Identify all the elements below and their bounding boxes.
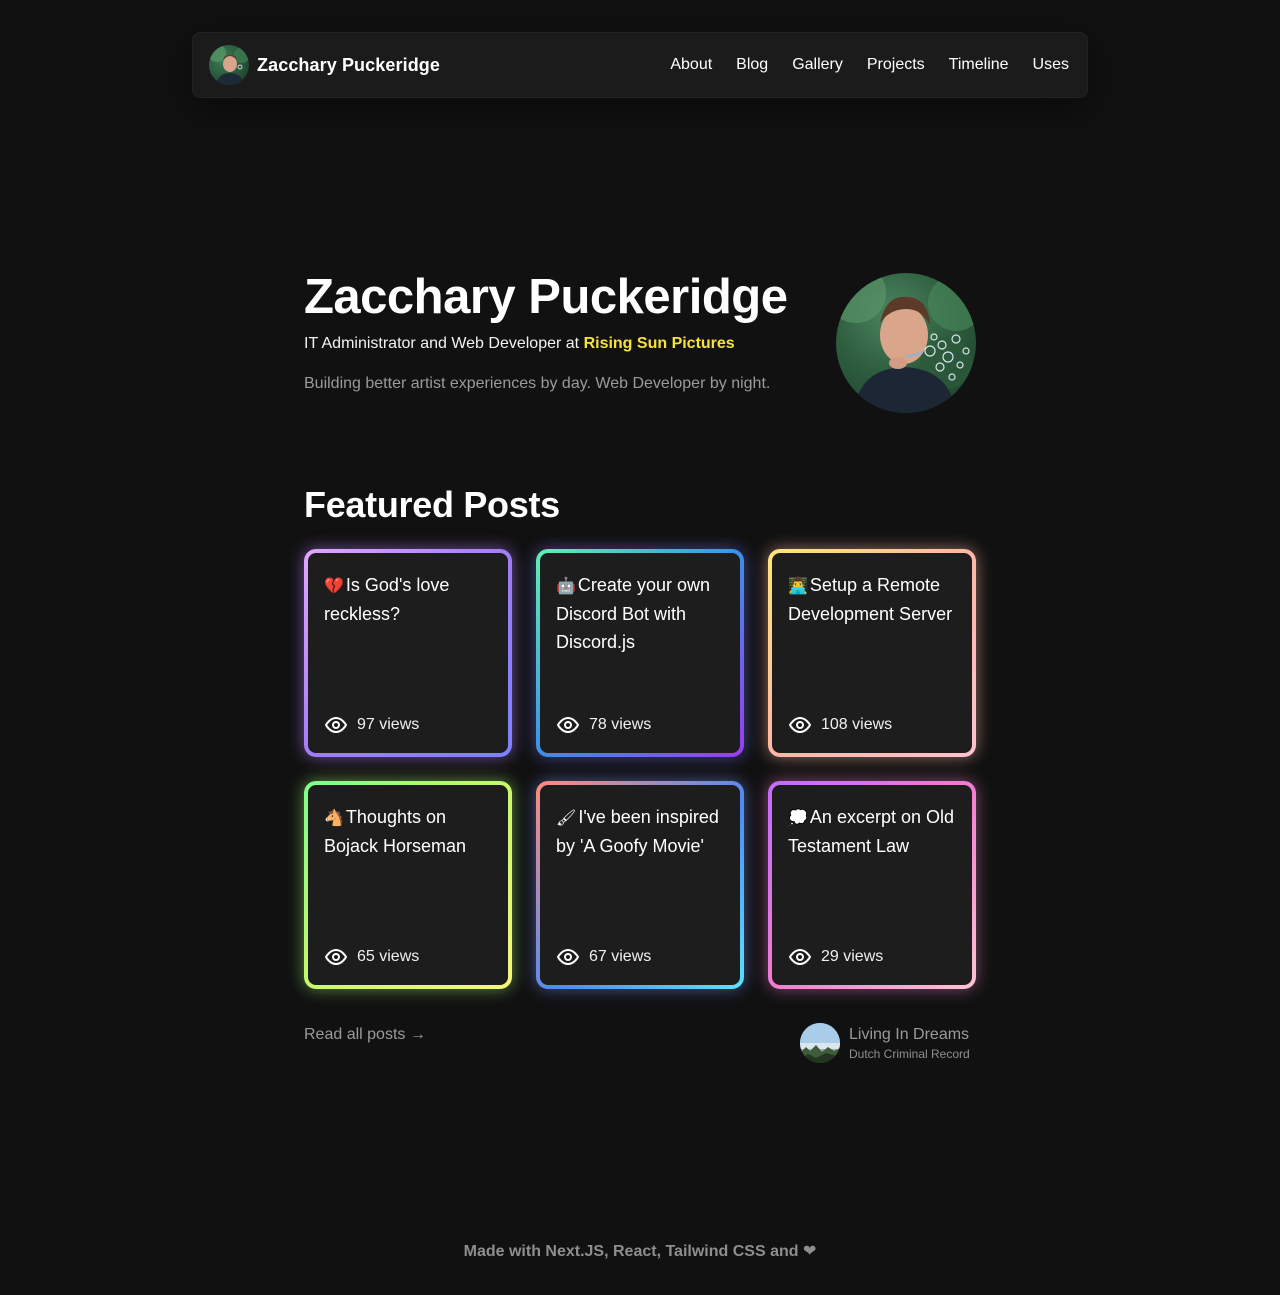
thought-bubble-icon: 💭 (788, 808, 808, 827)
eye-icon (789, 717, 811, 733)
post-title: 💔 Is God's love reckless? (324, 571, 492, 628)
post-views-count: 97 views (357, 716, 420, 733)
post-card-body: 🤖 Create your own Discord Bot with Discor… (540, 553, 740, 753)
brand-avatar (209, 45, 249, 85)
nav-link-blog[interactable]: Blog (736, 56, 768, 74)
profile-photo-icon (836, 273, 976, 413)
post-title: 💭 An excerpt on Old Testament Law (788, 803, 956, 860)
profile-photo (836, 273, 976, 413)
broken-heart-icon: 💔 (324, 576, 344, 595)
post-card-body: 💔 Is God's love reckless? 97 views (308, 553, 508, 753)
post-title: 🤖 Create your own Discord Bot with Discor… (556, 571, 724, 656)
hero-role-prefix: IT Administrator and Web Developer at (304, 335, 580, 352)
post-views: 78 views (556, 713, 651, 737)
horse-icon: 🐴 (324, 808, 344, 827)
top-nav: Zacchary Puckeridge About Blog Gallery P… (192, 32, 1088, 98)
post-views: 97 views (324, 713, 419, 737)
robot-icon: 🤖 (556, 576, 576, 595)
post-views: 29 views (788, 945, 883, 969)
post-title: 🐴 Thoughts on Bojack Horseman (324, 803, 492, 860)
read-all-posts-link[interactable]: Read all posts → (304, 1024, 426, 1046)
technologist-icon: 👨‍💻 (788, 576, 808, 595)
post-card-body: 👨‍💻 Setup a Remote Development Server 108… (772, 553, 972, 753)
post-card-body: 🐴 Thoughts on Bojack Horseman 65 views (308, 785, 508, 985)
eye-icon (789, 949, 811, 965)
hero-tagline: Building better artist experiences by da… (304, 375, 771, 392)
post-views-count: 108 views (821, 716, 893, 733)
post-title: 🖌 I've been inspired by 'A Goofy Movie' (556, 803, 724, 860)
post-card-body: 🖌 I've been inspired by 'A Goofy Movie' 6… (540, 785, 740, 985)
post-card-body: 💭 An excerpt on Old Testament Law 29 view… (772, 785, 972, 985)
paintbrush-icon: 🖌 (556, 808, 577, 827)
post-card-3[interactable]: 👨‍💻 Setup a Remote Development Server 108… (768, 549, 976, 757)
post-title: 👨‍💻 Setup a Remote Development Server (788, 571, 956, 628)
hero-role: IT Administrator and Web Developer at Ri… (304, 333, 735, 355)
post-title-text: Thoughts on Bojack Horseman (324, 807, 467, 856)
eye-icon (557, 717, 579, 733)
post-views-count: 78 views (589, 716, 652, 733)
eye-icon (325, 717, 347, 733)
post-title-text: I've been inspired by 'A Goofy Movie' (556, 807, 719, 856)
nav-link-uses[interactable]: Uses (1033, 56, 1069, 74)
song-title: Living In Dreams (849, 1026, 970, 1043)
featured-posts-title: Featured Posts (304, 484, 560, 525)
nav-link-timeline[interactable]: Timeline (949, 56, 1009, 74)
post-views-count: 29 views (821, 948, 884, 965)
post-card-1[interactable]: 💔 Is God's love reckless? 97 views (304, 549, 512, 757)
song-info: Living In Dreams Dutch Criminal Record (849, 1024, 970, 1062)
footer-text: Made with Next.JS, React, Tailwind CSS a… (463, 1243, 799, 1260)
post-views: 67 views (556, 945, 651, 969)
nav-links: About Blog Gallery Projects Timeline Use… (670, 56, 1071, 74)
post-title-text: An excerpt on Old Testament Law (788, 807, 955, 856)
post-views-count: 65 views (357, 948, 420, 965)
eye-icon (325, 949, 347, 965)
footer: Made with Next.JS, React, Tailwind CSS a… (0, 1240, 1280, 1263)
company-link[interactable]: Rising Sun Pictures (584, 335, 735, 352)
post-card-2[interactable]: 🤖 Create your own Discord Bot with Discor… (536, 549, 744, 757)
nav-link-gallery[interactable]: Gallery (792, 56, 843, 74)
post-card-5[interactable]: 🖌 I've been inspired by 'A Goofy Movie' 6… (536, 781, 744, 989)
post-views-count: 67 views (589, 948, 652, 965)
post-views: 65 views (324, 945, 419, 969)
avatar-photo-icon (209, 45, 249, 85)
nav-link-projects[interactable]: Projects (867, 56, 925, 74)
post-views: 108 views (788, 713, 892, 737)
song-artist: Dutch Criminal Record (849, 1047, 970, 1061)
post-card-4[interactable]: 🐴 Thoughts on Bojack Horseman 65 views (304, 781, 512, 989)
nav-link-about[interactable]: About (670, 56, 712, 74)
album-art (800, 1023, 840, 1063)
now-playing-widget[interactable]: Living In Dreams Dutch Criminal Record (800, 1022, 976, 1064)
post-card-6[interactable]: 💭 An excerpt on Old Testament Law 29 view… (768, 781, 976, 989)
heart-icon: ❤ (802, 1241, 817, 1260)
post-title-text: Setup a Remote Development Server (788, 575, 953, 624)
album-art-icon (800, 1023, 840, 1063)
eye-icon (557, 949, 579, 965)
brand-name: Zacchary Puckeridge (257, 54, 440, 75)
brand-link[interactable]: Zacchary Puckeridge (209, 45, 440, 85)
post-title-text: Create your own Discord Bot with Discord… (556, 575, 710, 652)
hero-name: Zacchary Puckeridge (304, 270, 788, 324)
